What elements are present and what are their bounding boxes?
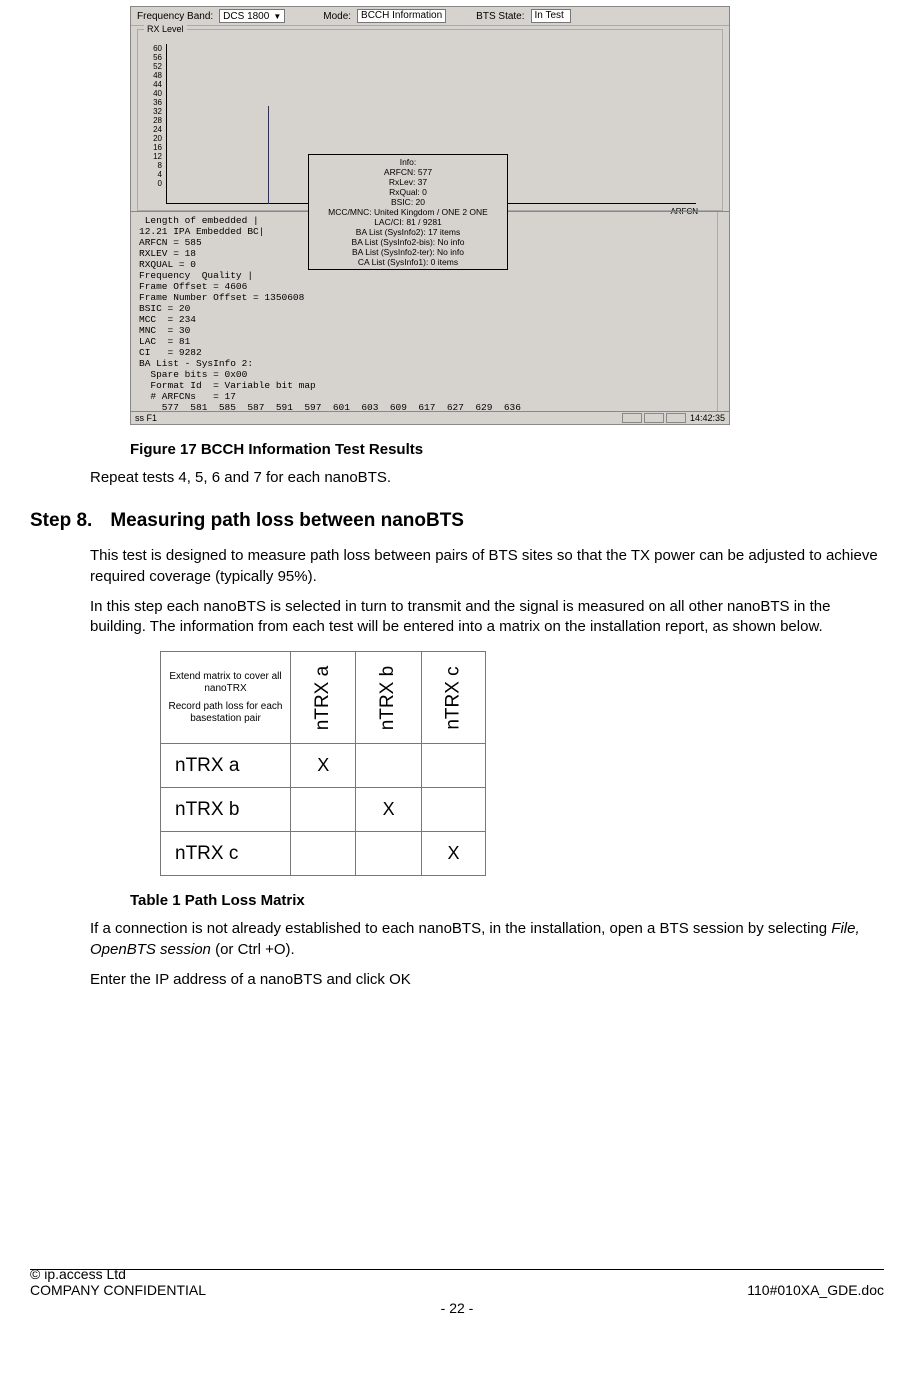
bts-state-label: BTS State: xyxy=(476,11,524,22)
matrix-cell xyxy=(291,788,356,832)
p3-suffix: (or Ctrl +O). xyxy=(211,941,295,958)
mode-label: Mode: xyxy=(323,11,351,22)
step-p3: If a connection is not already establish… xyxy=(90,919,880,960)
rx-level-title: RX Level xyxy=(144,24,187,34)
status-left: ss F1 xyxy=(135,413,157,423)
bts-state-value[interactable]: In Test xyxy=(531,9,571,23)
matrix-corner-line2: Record path loss for each basestation pa… xyxy=(167,701,284,725)
matrix-cell xyxy=(421,788,485,832)
matrix-col-head: nTRX a xyxy=(291,652,356,744)
info-tooltip: Info:ARFCN: 577RxLev: 37RxQual: 0BSIC: 2… xyxy=(308,154,508,270)
p3-text: If a connection is not already establish… xyxy=(90,920,831,937)
table-caption: Table 1 Path Loss Matrix xyxy=(130,892,884,909)
freq-band-value: DCS 1800 xyxy=(223,11,269,22)
matrix-row-head: nTRX b xyxy=(161,788,291,832)
screenshot-toolbar: Frequency Band: DCS 1800 ▼ Mode: BCCH In… xyxy=(131,7,729,26)
status-bar: ss F1 14:42:35 xyxy=(131,411,729,424)
rx-spike xyxy=(268,106,269,204)
chevron-down-icon: ▼ xyxy=(273,12,281,21)
footer-docref: 110#010XA_GDE.doc xyxy=(747,1282,884,1298)
bcch-screenshot: Frequency Band: DCS 1800 ▼ Mode: BCCH In… xyxy=(130,6,730,425)
status-cell xyxy=(622,413,642,423)
matrix-col-head: nTRX b xyxy=(356,652,421,744)
matrix-cell xyxy=(356,744,421,788)
status-time: 14:42:35 xyxy=(690,413,725,423)
rx-level-panel: RX Level 60565248444036322824201612840 A… xyxy=(137,29,723,211)
freq-band-label: Frequency Band: xyxy=(137,11,213,22)
matrix-col-head: nTRX c xyxy=(421,652,485,744)
step-heading: Step 8. Measuring path loss between nano… xyxy=(30,510,884,532)
step-p4: Enter the IP address of a nanoBTS and cl… xyxy=(90,970,880,990)
matrix-row-head: nTRX a xyxy=(161,744,291,788)
path-loss-matrix: Extend matrix to cover all nanoTRX Recor… xyxy=(160,651,486,876)
matrix-cell: X xyxy=(421,832,485,876)
matrix-corner-line1: Extend matrix to cover all nanoTRX xyxy=(167,671,284,695)
step-p1: This test is designed to measure path lo… xyxy=(90,546,880,587)
matrix-cell xyxy=(291,832,356,876)
step-title: Measuring path loss between nanoBTS xyxy=(110,510,464,532)
scrollbar-vertical[interactable] xyxy=(717,212,729,411)
footer-page-number: - 22 - xyxy=(30,1300,884,1316)
matrix-corner: Extend matrix to cover all nanoTRX Recor… xyxy=(161,652,291,744)
y-axis-ticks: 60565248444036322824201612840 xyxy=(142,44,162,188)
freq-band-select[interactable]: DCS 1800 ▼ xyxy=(219,9,285,23)
footer-copyright: © ip.access Ltd xyxy=(30,1266,884,1282)
status-cell xyxy=(644,413,664,423)
matrix-cell xyxy=(356,832,421,876)
step-number: Step 8. xyxy=(30,510,92,532)
page-footer: © ip.access Ltd COMPANY CONFIDENTIAL 110… xyxy=(30,1266,884,1316)
mode-value[interactable]: BCCH Information xyxy=(357,9,446,23)
figure-caption: Figure 17 BCCH Information Test Results xyxy=(130,441,884,458)
matrix-row-head: nTRX c xyxy=(161,832,291,876)
footer-confidential: COMPANY CONFIDENTIAL xyxy=(30,1282,206,1298)
matrix-cell xyxy=(421,744,485,788)
repeat-instruction: Repeat tests 4, 5, 6 and 7 for each nano… xyxy=(90,468,880,488)
matrix-cell: X xyxy=(356,788,421,832)
rx-level-chart: 60565248444036322824201612840 ARFCN Info… xyxy=(168,44,696,204)
status-cell xyxy=(666,413,686,423)
y-axis-line xyxy=(166,44,167,204)
matrix-cell: X xyxy=(291,744,356,788)
step-p2: In this step each nanoBTS is selected in… xyxy=(90,597,880,638)
